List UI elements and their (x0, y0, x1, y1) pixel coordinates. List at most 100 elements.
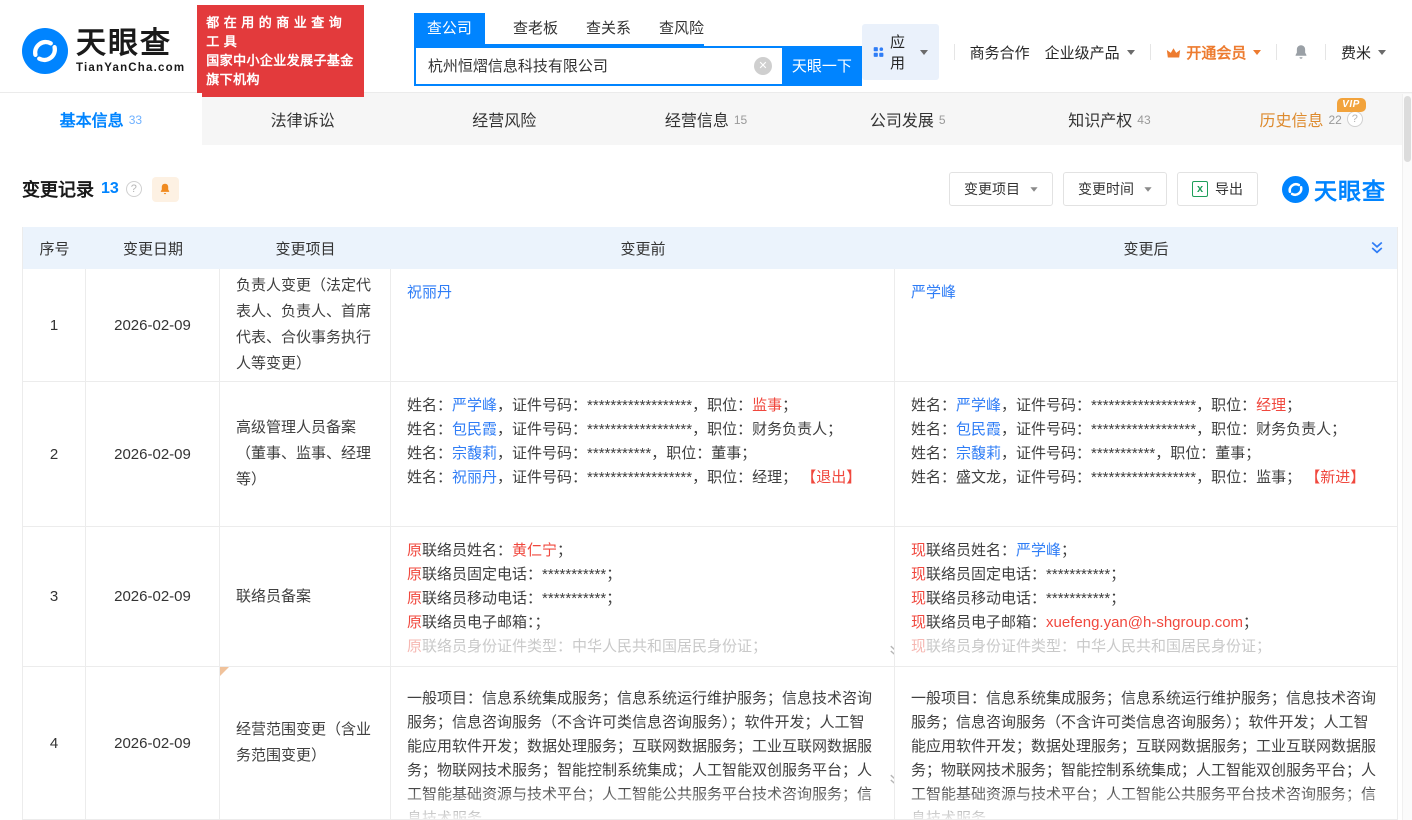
watermark-text: 天眼查 (1314, 172, 1386, 206)
question-icon[interactable]: ? (126, 181, 142, 197)
person-link[interactable]: 祝丽丹 (452, 469, 497, 486)
expand-row-icon[interactable] (888, 771, 895, 795)
cell-line: 原联络员身份证件类型：中华人民共和国居民身份证； (407, 635, 878, 659)
search-tab-risk[interactable]: 查风险 (659, 13, 704, 44)
row-no: 1 (23, 269, 86, 381)
person-link[interactable]: 严学峰 (956, 397, 1001, 414)
cell-line: 现联络员身份证件类型：中华人民共和国居民身份证； (911, 635, 1381, 659)
nav-enterprise-label: 企业级产品 (1045, 42, 1120, 63)
subscribe-bell-button[interactable] (152, 177, 179, 202)
expand-row-icon[interactable] (888, 642, 895, 666)
text-segment: 联络员移动电话：***********； (926, 590, 1125, 607)
table-row: 4 2026-02-09 经营范围变更（含业务范围变更） 一般项目：信息系统集成… (23, 667, 1397, 820)
tab-operational-risk[interactable]: 经营风险 (403, 93, 605, 145)
filter-change-item-button[interactable]: 变更项目 (949, 172, 1053, 206)
user-menu[interactable]: 费米 (1341, 42, 1386, 63)
person-link[interactable]: 宗馥莉 (452, 445, 497, 462)
text-segment: xuefeng.yan@h-shgroup.com (1046, 614, 1243, 631)
chevron-down-icon (1378, 50, 1386, 55)
tab-basic-info[interactable]: 基本信息 33 (0, 93, 202, 145)
tab-legal-proceedings[interactable]: 法律诉讼 (202, 93, 404, 145)
row-before-cell: 原联络员姓名：黄仁宁； 原联络员固定电话：***********； 原联络员移动… (391, 527, 895, 666)
col-header-item: 变更项目 (220, 238, 391, 259)
person-link[interactable]: 祝丽丹 (407, 284, 452, 301)
row-before-cell: 姓名：严学峰，证件号码：******************，职位：监事； 姓名… (391, 382, 895, 526)
nav-cooperation[interactable]: 商务合作 (970, 42, 1030, 63)
change-records-table: 序号 变更日期 变更项目 变更前 变更后 1 2026-02-09 负责人变更（… (22, 227, 1398, 820)
brand-slogan: 都在用的商业查询工具 国家中小企业发展子基金旗下机构 (197, 5, 364, 97)
apps-menu[interactable]: 应用 (862, 24, 939, 80)
text-segment: ，证件号码：******************，职位：财务负责人； (497, 421, 842, 438)
scrollbar-thumb[interactable] (1404, 96, 1411, 162)
search-button[interactable]: 天眼一下 (782, 46, 862, 86)
text-segment: 联络员身份证件类型：中华人民共和国居民身份证； (422, 638, 767, 655)
person-link[interactable]: 严学峰 (452, 397, 497, 414)
person-link[interactable]: 包民霞 (452, 421, 497, 438)
tab-business-info[interactable]: 经营信息 15 (605, 93, 807, 145)
tab-history-info[interactable]: VIP 历史信息 22 ? (1210, 93, 1412, 145)
text-segment: ，证件号码：******************，职位： (497, 397, 752, 414)
row-after-cell: 现联络员姓名：严学峰； 现联络员固定电话：***********； 现联络员移动… (895, 527, 1397, 666)
row-date: 2026-02-09 (86, 382, 220, 526)
export-button[interactable]: x 导出 (1177, 172, 1258, 206)
collapse-all-icon[interactable] (1369, 240, 1385, 260)
filter-label: 变更项目 (964, 179, 1020, 199)
chevron-down-icon (920, 50, 928, 55)
row-date: 2026-02-09 (86, 667, 220, 819)
cell-line: 现联络员移动电话：***********； (911, 587, 1381, 611)
row-no: 4 (23, 667, 86, 819)
cell-line: 姓名：宗馥莉，证件号码：***********，职位：董事； (407, 442, 878, 466)
search-tab-company[interactable]: 查公司 (414, 13, 485, 44)
row-after-cell: 严学峰 (895, 269, 1397, 381)
text-segment: 原 (407, 614, 422, 631)
col-header-date: 变更日期 (86, 238, 220, 259)
chevron-down-icon (1253, 50, 1261, 55)
person-link[interactable]: 严学峰 (1016, 542, 1061, 559)
tab-label: 知识产权 (1068, 107, 1132, 131)
text-segment: ； (1243, 614, 1258, 631)
company-search-input[interactable] (414, 46, 782, 86)
text-segment: 现 (911, 614, 926, 631)
nav-vip[interactable]: 开通会员 (1165, 42, 1261, 63)
person-link[interactable]: 严学峰 (911, 284, 956, 301)
search-area: 查公司 查老板 查关系 查风险 ✕ 天眼一下 (414, 13, 862, 86)
person-link[interactable]: 包民霞 (956, 421, 1001, 438)
clear-icon[interactable]: ✕ (754, 57, 772, 75)
chevron-down-icon (1127, 50, 1135, 55)
text-segment: 联络员固定电话：***********； (422, 566, 621, 583)
tab-intellectual-property[interactable]: 知识产权 43 (1009, 93, 1211, 145)
notifications-bell[interactable] (1292, 43, 1310, 61)
row-date: 2026-02-09 (86, 527, 220, 666)
text-segment: 联络员移动电话：***********； (422, 590, 621, 607)
vip-badge: VIP (1337, 98, 1366, 112)
question-icon[interactable]: ? (1347, 111, 1363, 127)
search-tab-relation[interactable]: 查关系 (586, 13, 631, 44)
table-row: 3 2026-02-09 联络员备案 原联络员姓名：黄仁宁； 原联络员固定电话：… (23, 527, 1397, 667)
person-link[interactable]: 宗馥莉 (956, 445, 1001, 462)
text-segment: 姓名： (911, 421, 956, 438)
top-nav: 应用 商务合作 企业级产品 开通会员 费米 (862, 24, 1386, 80)
slogan-line-2: 国家中小企业发展子基金旗下机构 (206, 51, 355, 89)
filter-change-time-button[interactable]: 变更时间 (1063, 172, 1167, 206)
text-segment: 原 (407, 566, 422, 583)
text-segment: ，证件号码：******************，职位：经理； (497, 469, 801, 486)
change-records-header: 变更记录 13 ? 变更项目 变更时间 x 导出 天眼查 (22, 171, 1386, 207)
text-segment: 姓名： (407, 421, 452, 438)
text-segment: 联络员电子邮箱：； (422, 614, 550, 631)
tab-label: 基本信息 (60, 107, 124, 131)
cell-line: 姓名：包民霞，证件号码：******************，职位：财务负责人； (911, 418, 1381, 442)
nav-enterprise[interactable]: 企业级产品 (1045, 42, 1135, 63)
tab-company-development[interactable]: 公司发展 5 (807, 93, 1009, 145)
tab-label: 法律诉讼 (271, 107, 335, 131)
search-tab-boss[interactable]: 查老板 (513, 13, 558, 44)
text-segment: 联络员身份证件类型：中华人民共和国居民身份证； (926, 638, 1271, 655)
tab-count: 43 (1137, 113, 1150, 127)
row-no: 2 (23, 382, 86, 526)
nav-vip-label: 开通会员 (1186, 42, 1246, 63)
logo-text: 天眼查 (76, 29, 185, 59)
text-segment: ； (1286, 397, 1301, 414)
tianyancha-logo-icon (22, 28, 68, 74)
tianyancha-logo[interactable]: 天眼查 TianYanCha.com (22, 28, 185, 74)
crown-icon (1165, 45, 1182, 60)
row-date: 2026-02-09 (86, 269, 220, 381)
